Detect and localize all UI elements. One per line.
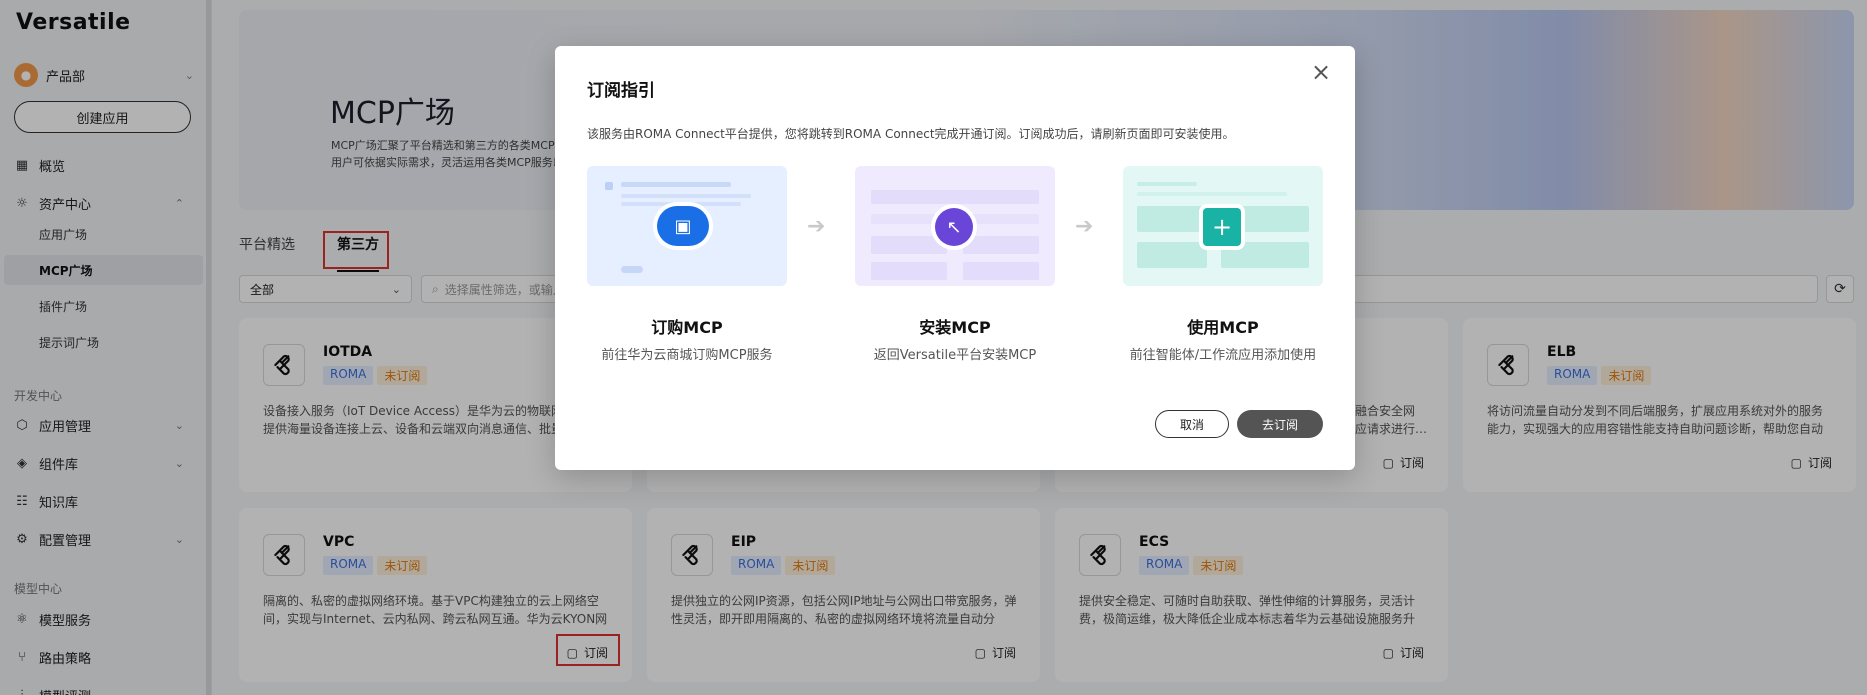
go-subscribe-button[interactable]: 去订阅	[1237, 410, 1323, 438]
step-title: 订购MCP	[651, 318, 723, 337]
step-title: 安装MCP	[919, 318, 991, 337]
dialog-description: 该服务由ROMA Connect平台提供，您将跳转到ROMA Connect完成…	[587, 127, 1235, 141]
step-description: 返回Versatile平台安装MCP	[873, 348, 1037, 363]
install-illustration: ↖	[855, 166, 1055, 286]
dialog-title: 订阅指引	[587, 81, 655, 101]
arrow-right-icon: ➔	[1075, 214, 1094, 239]
bag-icon: ▣	[657, 206, 709, 246]
use-illustration: +	[1123, 166, 1323, 286]
close-icon[interactable]: ×	[1309, 60, 1333, 84]
step-description: 前往华为云商城订购MCP服务	[601, 348, 773, 363]
order-illustration: ▣	[587, 166, 787, 286]
cursor-icon: ↖	[935, 208, 973, 246]
subscribe-guide-dialog: 订阅指引 × 该服务由ROMA Connect平台提供，您将跳转到ROMA Co…	[555, 46, 1355, 470]
step-description: 前往智能体/工作流应用添加使用	[1129, 348, 1317, 363]
plus-icon: +	[1203, 208, 1241, 246]
step-use: + 使用MCP 前往智能体/工作流应用添加使用	[1123, 166, 1323, 363]
arrow-right-icon: ➔	[807, 214, 826, 239]
step-order: ▣ 订购MCP 前往华为云商城订购MCP服务	[587, 166, 787, 363]
cancel-button[interactable]: 取消	[1155, 410, 1229, 438]
step-install: ↖ 安装MCP 返回Versatile平台安装MCP	[855, 166, 1055, 363]
step-title: 使用MCP	[1187, 318, 1259, 337]
